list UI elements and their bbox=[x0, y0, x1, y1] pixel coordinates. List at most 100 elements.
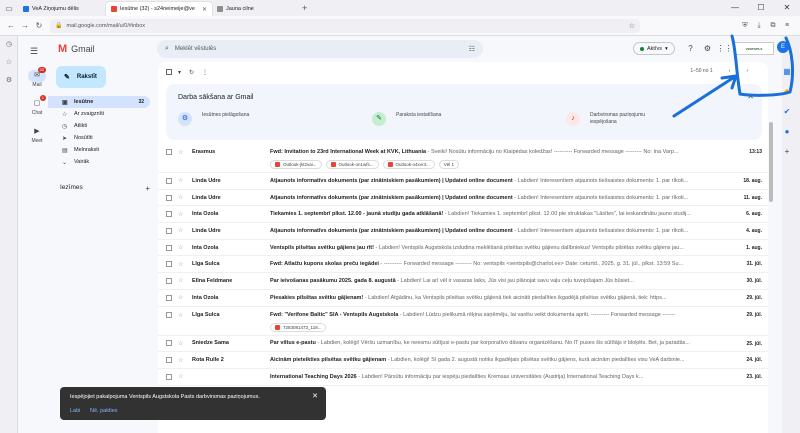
star-icon[interactable]: ☆ bbox=[178, 357, 186, 364]
star-icon[interactable]: ☆ bbox=[178, 177, 186, 184]
star-icon[interactable]: ☆ bbox=[178, 294, 186, 301]
nav-more[interactable]: ⌄ Vairāk bbox=[48, 156, 150, 168]
new-tab-button[interactable]: + bbox=[296, 3, 313, 13]
nav-sent[interactable]: ➤ Nosūtīti bbox=[48, 132, 150, 144]
browser-tab-1[interactable]: VeA Ziņojumu dēlis bbox=[18, 2, 106, 16]
search-input[interactable]: Meklēt vēstulēs bbox=[175, 46, 216, 52]
email-row[interactable]: ☆ Inta Ozola Tiekamies 1. septembrī plkst.… bbox=[158, 206, 768, 224]
email-row[interactable]: ☆ Rota Rulle 2 Aicinām pieteikties pilsēta… bbox=[158, 352, 768, 369]
bookmarks-icon[interactable]: ☆ bbox=[0, 54, 18, 72]
attachment-chip[interactable]: Vēl 1 bbox=[438, 160, 460, 169]
filter-options-icon[interactable]: ☷ bbox=[469, 45, 475, 53]
refresh-icon[interactable]: ↻ bbox=[189, 69, 194, 76]
search-bar[interactable]: ⌕ Meklēt vēstulēs ☷ bbox=[157, 40, 483, 58]
help-icon[interactable]: ? bbox=[682, 42, 699, 55]
bookmark-star-icon[interactable]: ☆ bbox=[629, 22, 635, 30]
rail-mail[interactable]: ✉ 32 Mail bbox=[18, 67, 56, 88]
more-vert-icon[interactable]: ⋮ bbox=[202, 69, 208, 76]
gmail-logo[interactable]: M Gmail bbox=[58, 43, 95, 55]
row-checkbox[interactable] bbox=[166, 261, 172, 268]
menu-icon[interactable]: ≡ bbox=[780, 22, 794, 29]
email-row[interactable]: ☆ Elīna Feldmane Par ieivošanas pasākumu 2… bbox=[158, 273, 768, 290]
row-checkbox[interactable] bbox=[166, 227, 172, 234]
row-checkbox[interactable] bbox=[166, 311, 172, 318]
row-checkbox[interactable] bbox=[166, 194, 172, 201]
email-row[interactable]: ☆ Inta Ozola Piesakies pilsētas svētku gāj… bbox=[158, 290, 768, 307]
back-icon[interactable]: ← bbox=[4, 21, 18, 30]
star-icon[interactable]: ☆ bbox=[178, 277, 186, 284]
star-icon[interactable]: ☆ bbox=[178, 211, 186, 218]
nav-starred[interactable]: ☆ Ar zvaigznīti bbox=[48, 108, 150, 120]
nav-drafts[interactable]: ▤ Melnraksti bbox=[48, 144, 150, 156]
star-icon[interactable]: ☆ bbox=[178, 194, 186, 201]
email-row[interactable]: ☆ Linda Ūdre Atjaunots informatīvs dokumen… bbox=[158, 223, 768, 240]
star-icon[interactable]: ☆ bbox=[178, 261, 186, 268]
row-checkbox[interactable] bbox=[166, 211, 172, 218]
contacts-icon[interactable]: ● bbox=[774, 122, 800, 142]
row-checkbox[interactable] bbox=[166, 294, 172, 301]
next-page-icon[interactable]: › bbox=[746, 68, 748, 74]
email-row[interactable]: ☆ Linda Ūdre Atjaunots informatīvs dokumen… bbox=[158, 190, 768, 207]
nav-snoozed[interactable]: ◷ Atlikti bbox=[48, 120, 150, 132]
email-row[interactable]: ☆ Līga Šulca Fwd: Atlaižu kupons skolas pr… bbox=[158, 256, 768, 274]
close-window-button[interactable]: ✕ bbox=[774, 0, 800, 16]
star-icon[interactable]: ☆ bbox=[178, 340, 186, 347]
star-icon[interactable]: ☆ bbox=[178, 312, 186, 319]
close-tab-icon[interactable]: ✕ bbox=[202, 6, 207, 13]
star-icon[interactable]: ☆ bbox=[178, 227, 186, 234]
prev-page-icon[interactable]: ‹ bbox=[729, 68, 731, 74]
star-icon[interactable]: ☆ bbox=[178, 373, 186, 380]
history-icon[interactable]: ◷ bbox=[0, 36, 18, 54]
gear-icon[interactable]: ⚙ bbox=[699, 42, 716, 55]
browser-tab-3[interactable]: Jauna cilne bbox=[212, 2, 296, 16]
star-icon[interactable]: ☆ bbox=[178, 244, 186, 251]
tasks-icon[interactable]: ✔ bbox=[774, 102, 800, 122]
banner-item-notifications[interactable]: ♪ Darbvirsmas paziņojumu iespējošana bbox=[566, 112, 650, 126]
minimize-button[interactable]: — bbox=[722, 0, 748, 16]
settings-icon[interactable]: ⚙ bbox=[0, 72, 18, 90]
attachment-chip[interactable]: Outlook-o4xvr4... bbox=[382, 160, 435, 169]
row-checkbox[interactable] bbox=[166, 277, 172, 284]
avatar[interactable]: E bbox=[777, 41, 789, 53]
select-all-checkbox[interactable] bbox=[166, 69, 172, 75]
email-row[interactable]: ☆ Erasmus Fwd: Invitation to 23rd Internat… bbox=[158, 144, 768, 173]
add-label-icon[interactable]: + bbox=[145, 184, 150, 193]
row-checkbox[interactable] bbox=[166, 340, 172, 347]
row-checkbox[interactable] bbox=[166, 177, 172, 184]
email-row[interactable]: ☆ Inta Ozola Ventspils pilsētas svētku gāj… bbox=[158, 240, 768, 257]
browser-tab-2[interactable]: Iesūtne (32) - s24neimeije@ve ✕ bbox=[106, 2, 212, 16]
toast-no-button[interactable]: Nē, paldies bbox=[90, 408, 118, 414]
apps-grid-icon[interactable]: ⋮⋮ bbox=[716, 42, 733, 55]
email-row[interactable]: ☆ Līga Šulca Fwd: "Verifone Baltic" SIA - … bbox=[158, 307, 768, 336]
extensions-icon[interactable]: ⧉ bbox=[766, 22, 780, 30]
organization-logo[interactable]: VENTSPILS AUGSTSKOLA bbox=[734, 42, 774, 55]
compose-button[interactable]: ✎ Rakstīt bbox=[56, 66, 106, 88]
download-icon[interactable]: ⤓ bbox=[752, 22, 766, 30]
maximize-button[interactable]: ☐ bbox=[748, 0, 774, 16]
nav-inbox[interactable]: ▣ Iesūtne 32 bbox=[48, 96, 150, 108]
reload-icon[interactable]: ↻ bbox=[32, 21, 46, 30]
row-checkbox[interactable] bbox=[166, 244, 172, 251]
shield-icon[interactable]: ⛨ bbox=[738, 22, 752, 30]
email-row[interactable]: ☆ Sniedze Šama Par viltus e-pastu - Labdie… bbox=[158, 336, 768, 353]
banner-item-signature[interactable]: ✎ Paraksta iestatīšana bbox=[372, 112, 456, 126]
add-addon-icon[interactable]: + bbox=[774, 142, 800, 162]
chevron-down-icon[interactable]: ▾ bbox=[178, 69, 181, 76]
email-row[interactable]: ☆ International Teaching Days 2026 - Labd… bbox=[158, 369, 768, 386]
main-menu-icon[interactable]: ☰ bbox=[30, 46, 38, 57]
scrollbar-thumb[interactable] bbox=[769, 122, 773, 202]
close-icon[interactable]: ✕ bbox=[312, 392, 318, 400]
attachment-chip[interactable]: Outlook-on1wfs... bbox=[325, 160, 379, 169]
attachment-chip[interactable]: 7283081473_118... bbox=[270, 322, 327, 332]
row-checkbox[interactable] bbox=[166, 357, 172, 364]
close-icon[interactable]: ✕ bbox=[747, 92, 754, 101]
search-icon[interactable]: ⌕ bbox=[165, 45, 169, 53]
star-icon[interactable]: ☆ bbox=[178, 149, 186, 156]
calendar-icon[interactable]: ▦ bbox=[774, 62, 800, 82]
keep-icon[interactable]: ◆ bbox=[774, 82, 800, 102]
toast-ok-button[interactable]: Labi bbox=[70, 408, 80, 414]
email-row[interactable]: ☆ Linda Ūdre Atjaunots informatīvs dokumen… bbox=[158, 173, 768, 190]
banner-item-inbox[interactable]: ⚙ Iesūtnes pielāgošana bbox=[178, 112, 262, 126]
row-checkbox[interactable] bbox=[166, 149, 172, 155]
forward-icon[interactable]: → bbox=[18, 21, 32, 30]
